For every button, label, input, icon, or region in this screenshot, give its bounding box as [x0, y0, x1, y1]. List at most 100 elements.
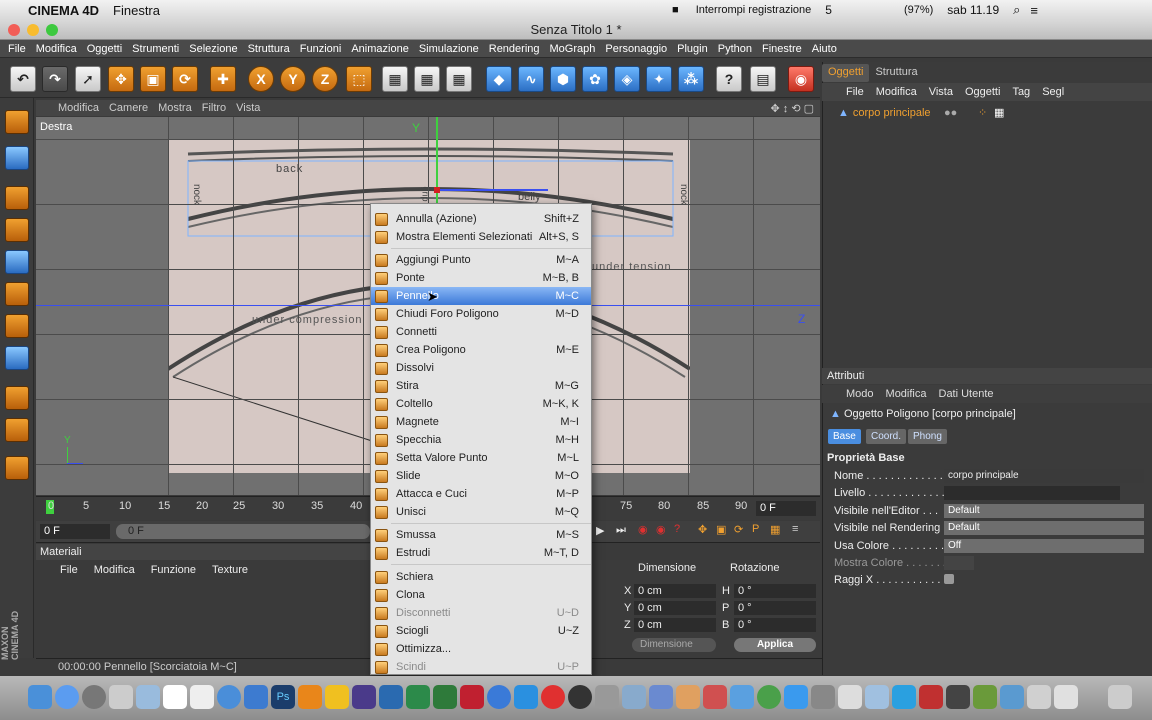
rotate-icon[interactable]: ⟳ — [172, 66, 198, 92]
terminal-icon[interactable] — [946, 685, 970, 709]
render-settings-icon[interactable]: ▦ — [446, 66, 472, 92]
autokey-icon[interactable]: ◉ — [656, 523, 666, 536]
zoom-window-button[interactable] — [46, 24, 58, 36]
size-y-field[interactable]: 0 cm — [634, 601, 716, 615]
mail-icon[interactable] — [136, 685, 160, 709]
phong-tag-icon[interactable]: ⁘ — [978, 106, 987, 119]
record-indicator[interactable]: ■ Interrompi registrazione — [672, 4, 811, 16]
scale-icon[interactable]: ▣ — [140, 66, 166, 92]
help-icon[interactable]: ? — [716, 66, 742, 92]
menu-item-unisci[interactable]: Unisci M~Q — [371, 503, 591, 521]
object-mode-icon[interactable] — [5, 186, 29, 210]
notes-icon[interactable] — [190, 685, 214, 709]
illustrator-icon[interactable] — [298, 685, 322, 709]
clock[interactable]: sab 11.19 — [947, 3, 999, 17]
outlook-icon[interactable] — [379, 685, 403, 709]
play-icon[interactable]: ▶ — [596, 524, 604, 537]
redshift-icon[interactable] — [919, 685, 943, 709]
model-mode-icon[interactable] — [5, 146, 29, 170]
attr-menu-dati-utente[interactable]: Dati Utente — [939, 388, 994, 400]
tab-coord[interactable]: Coord. — [866, 429, 907, 444]
menu-item-attacca-cuci[interactable]: Attacca e Cuci M~P — [371, 485, 591, 503]
menu-item-connetti[interactable]: Connetti — [371, 323, 591, 341]
app-menu-name[interactable]: CINEMA 4D — [28, 3, 99, 18]
om-menu-oggetti[interactable]: Oggetti — [965, 86, 1000, 98]
polygons-mode-icon[interactable] — [5, 314, 29, 338]
menu-item-dissolvi[interactable]: Dissolvi — [371, 359, 591, 377]
trash-icon[interactable] — [1108, 685, 1132, 709]
om-menu-tag[interactable]: Tag — [1012, 86, 1030, 98]
use-color-dropdown[interactable]: Off — [944, 539, 1144, 553]
flash-icon[interactable] — [325, 685, 349, 709]
om-menu-vista[interactable]: Vista — [929, 86, 953, 98]
redo-icon[interactable]: ↷ — [42, 66, 68, 92]
move-icon[interactable]: ✥ — [108, 66, 134, 92]
live-move-icon[interactable]: ✚ — [210, 66, 236, 92]
vp-menu-mostra[interactable]: Mostra — [158, 102, 192, 114]
mac-menu-finestra[interactable]: Finestra — [113, 3, 160, 18]
array-icon[interactable]: ✿ — [582, 66, 608, 92]
menu-python[interactable]: Python — [713, 43, 757, 55]
key-scale-icon[interactable]: ▣ — [716, 523, 726, 536]
pages-icon[interactable] — [676, 685, 700, 709]
menu-item-estrudi[interactable]: Estrudi M~T, D — [371, 544, 591, 562]
menu-modifica[interactable]: Modifica — [31, 43, 82, 55]
menu-oggetti[interactable]: Oggetti — [82, 43, 127, 55]
minecraft-icon[interactable] — [973, 685, 997, 709]
rot-p-field[interactable]: 0 ° — [734, 601, 816, 615]
z-axis-lock-icon[interactable]: Z — [312, 66, 338, 92]
cinema4d-icon[interactable] — [595, 685, 619, 709]
coordinate-system-icon[interactable]: ⬚ — [346, 66, 372, 92]
menu-personaggio[interactable]: Personaggio — [600, 43, 672, 55]
vp-menu-filtro[interactable]: Filtro — [202, 102, 226, 114]
goto-end-icon[interactable]: ⏭ — [616, 524, 626, 537]
tab-oggetti[interactable]: Oggetti — [822, 64, 870, 82]
select-arrow-icon[interactable]: ➚ — [75, 66, 101, 92]
snap-icon[interactable] — [5, 456, 29, 480]
x-axis-lock-icon[interactable]: X — [248, 66, 274, 92]
facetime-icon[interactable] — [757, 685, 781, 709]
axis-mode-icon[interactable] — [5, 346, 29, 370]
environment-icon[interactable]: ✦ — [646, 66, 672, 92]
menu-item-sciogli[interactable]: Sciogli U~Z — [371, 622, 591, 640]
xray-checkbox[interactable] — [944, 574, 954, 584]
app-store-icon[interactable] — [217, 685, 241, 709]
system-preferences-icon[interactable] — [82, 685, 106, 709]
menu-item-schiera[interactable]: Schiera — [371, 568, 591, 586]
nurbs-icon[interactable]: ⬢ — [550, 66, 576, 92]
acrobat-icon[interactable] — [541, 685, 565, 709]
menu-file[interactable]: File — [3, 43, 31, 55]
points-mode-icon[interactable] — [5, 250, 29, 274]
menu-item-crea-poligono[interactable]: Crea Poligono M~E — [371, 341, 591, 359]
size-z-field[interactable]: 0 cm — [634, 618, 716, 632]
y-axis-lock-icon[interactable]: Y — [280, 66, 306, 92]
menu-item-clona[interactable]: Clona — [371, 586, 591, 604]
key-position-icon[interactable]: ✥ — [698, 523, 707, 536]
vp-menu-camere[interactable]: Camere — [109, 102, 148, 114]
camera-icon[interactable]: ⁂ — [678, 66, 704, 92]
flash-pro-icon[interactable] — [460, 685, 484, 709]
finder-icon[interactable] — [28, 685, 52, 709]
preview-range-slider[interactable]: 0 F — [116, 524, 370, 539]
photo-booth-icon[interactable] — [703, 685, 727, 709]
dreamweaver-icon[interactable] — [433, 685, 457, 709]
attr-menu-modo[interactable]: Modo — [846, 388, 874, 400]
undo-icon[interactable]: ↶ — [10, 66, 36, 92]
om-menu-segl[interactable]: Segl — [1042, 86, 1064, 98]
audition-icon[interactable] — [406, 685, 430, 709]
menu-item-aggiungi-punto[interactable]: Aggiungi Punto M~A — [371, 251, 591, 269]
preview-icon[interactable] — [109, 685, 133, 709]
menu-finestre[interactable]: Finestre — [757, 43, 807, 55]
quicktime-icon[interactable] — [568, 685, 592, 709]
om-menu-modifica[interactable]: Modifica — [876, 86, 917, 98]
spotlight-icon[interactable]: ⌕ — [1013, 2, 1020, 18]
checker-tag-icon[interactable]: ▦ — [994, 106, 1004, 119]
rot-h-field[interactable]: 0 ° — [734, 584, 816, 598]
rot-b-field[interactable]: 0 ° — [734, 618, 816, 632]
start-frame-field[interactable]: 0 F — [40, 524, 110, 539]
visibility-dots-icon[interactable]: ●● — [944, 107, 957, 119]
menu-item-chiudi-foro[interactable]: Chiudi Foro Poligono M~D — [371, 305, 591, 323]
size-x-field[interactable]: 0 cm — [634, 584, 716, 598]
firefox-icon[interactable] — [487, 685, 511, 709]
tab-struttura[interactable]: Struttura — [869, 64, 923, 82]
